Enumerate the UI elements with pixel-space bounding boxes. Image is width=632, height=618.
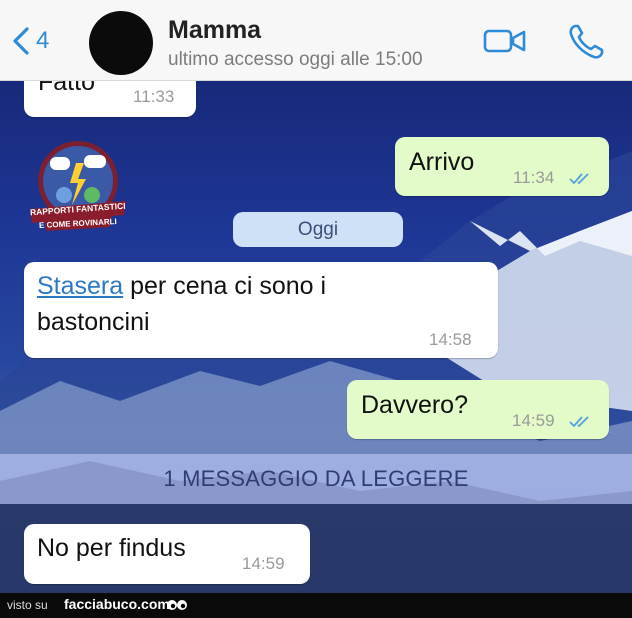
message-bubble-incoming[interactable]: Fatto 11:33 bbox=[24, 81, 196, 117]
footer-prefix: visto su bbox=[7, 598, 48, 612]
message-bubble-outgoing[interactable]: Arrivo 11:34 bbox=[395, 137, 609, 196]
chat-area[interactable]: RAPPORTI FANTASTICI E COME ROVINARLI Fat… bbox=[0, 81, 632, 593]
double-check-icon bbox=[569, 416, 589, 428]
message-text: Stasera per cena ci sono i bbox=[37, 268, 326, 304]
watermark-footer: visto su facciabuco.com bbox=[0, 593, 632, 618]
message-bubble-incoming[interactable]: No per findus 14:59 bbox=[24, 524, 310, 584]
message-bubble-outgoing[interactable]: Davvero? 14:59 bbox=[347, 380, 609, 439]
message-text: No per findus bbox=[37, 534, 186, 562]
back-button[interactable]: 4 bbox=[10, 26, 49, 56]
message-time: 11:34 bbox=[513, 168, 555, 187]
date-separator: Oggi bbox=[233, 212, 403, 247]
message-text-rest: per cena ci sono i bbox=[123, 272, 327, 300]
eyes-icon bbox=[167, 600, 187, 610]
message-bubble-incoming[interactable]: Stasera per cena ci sono i bastoncini 14… bbox=[24, 262, 498, 358]
chevron-left-icon bbox=[13, 27, 29, 55]
message-time: 11:33 bbox=[133, 87, 175, 106]
contact-avatar[interactable] bbox=[89, 11, 153, 75]
message-time: 14:59 bbox=[242, 554, 285, 573]
message-text: Arrivo bbox=[409, 148, 475, 176]
last-seen-status: ultimo accesso oggi alle 15:00 bbox=[168, 49, 423, 70]
message-link[interactable]: Stasera bbox=[37, 272, 123, 300]
chat-header: 4 Mamma ultimo accesso oggi alle 15:00 bbox=[0, 0, 632, 81]
message-text: Fatto bbox=[38, 81, 95, 96]
unread-messages-banner: 1 MESSAGGIO DA LEGGERE bbox=[0, 454, 632, 504]
unread-chats-count: 4 bbox=[36, 27, 50, 54]
video-call-icon[interactable] bbox=[483, 26, 527, 56]
message-time: 14:59 bbox=[512, 411, 555, 430]
double-check-icon bbox=[569, 173, 589, 185]
message-time: 14:58 bbox=[429, 330, 472, 349]
message-text-line2: bastoncini bbox=[37, 308, 150, 336]
rapporti-fantastici-logo: RAPPORTI FANTASTICI E COME ROVINARLI bbox=[30, 141, 126, 231]
message-text: Davvero? bbox=[361, 391, 468, 419]
phone-icon[interactable] bbox=[566, 22, 606, 62]
contact-name[interactable]: Mamma bbox=[168, 16, 261, 45]
footer-site-name: facciabuco.com bbox=[64, 596, 170, 612]
